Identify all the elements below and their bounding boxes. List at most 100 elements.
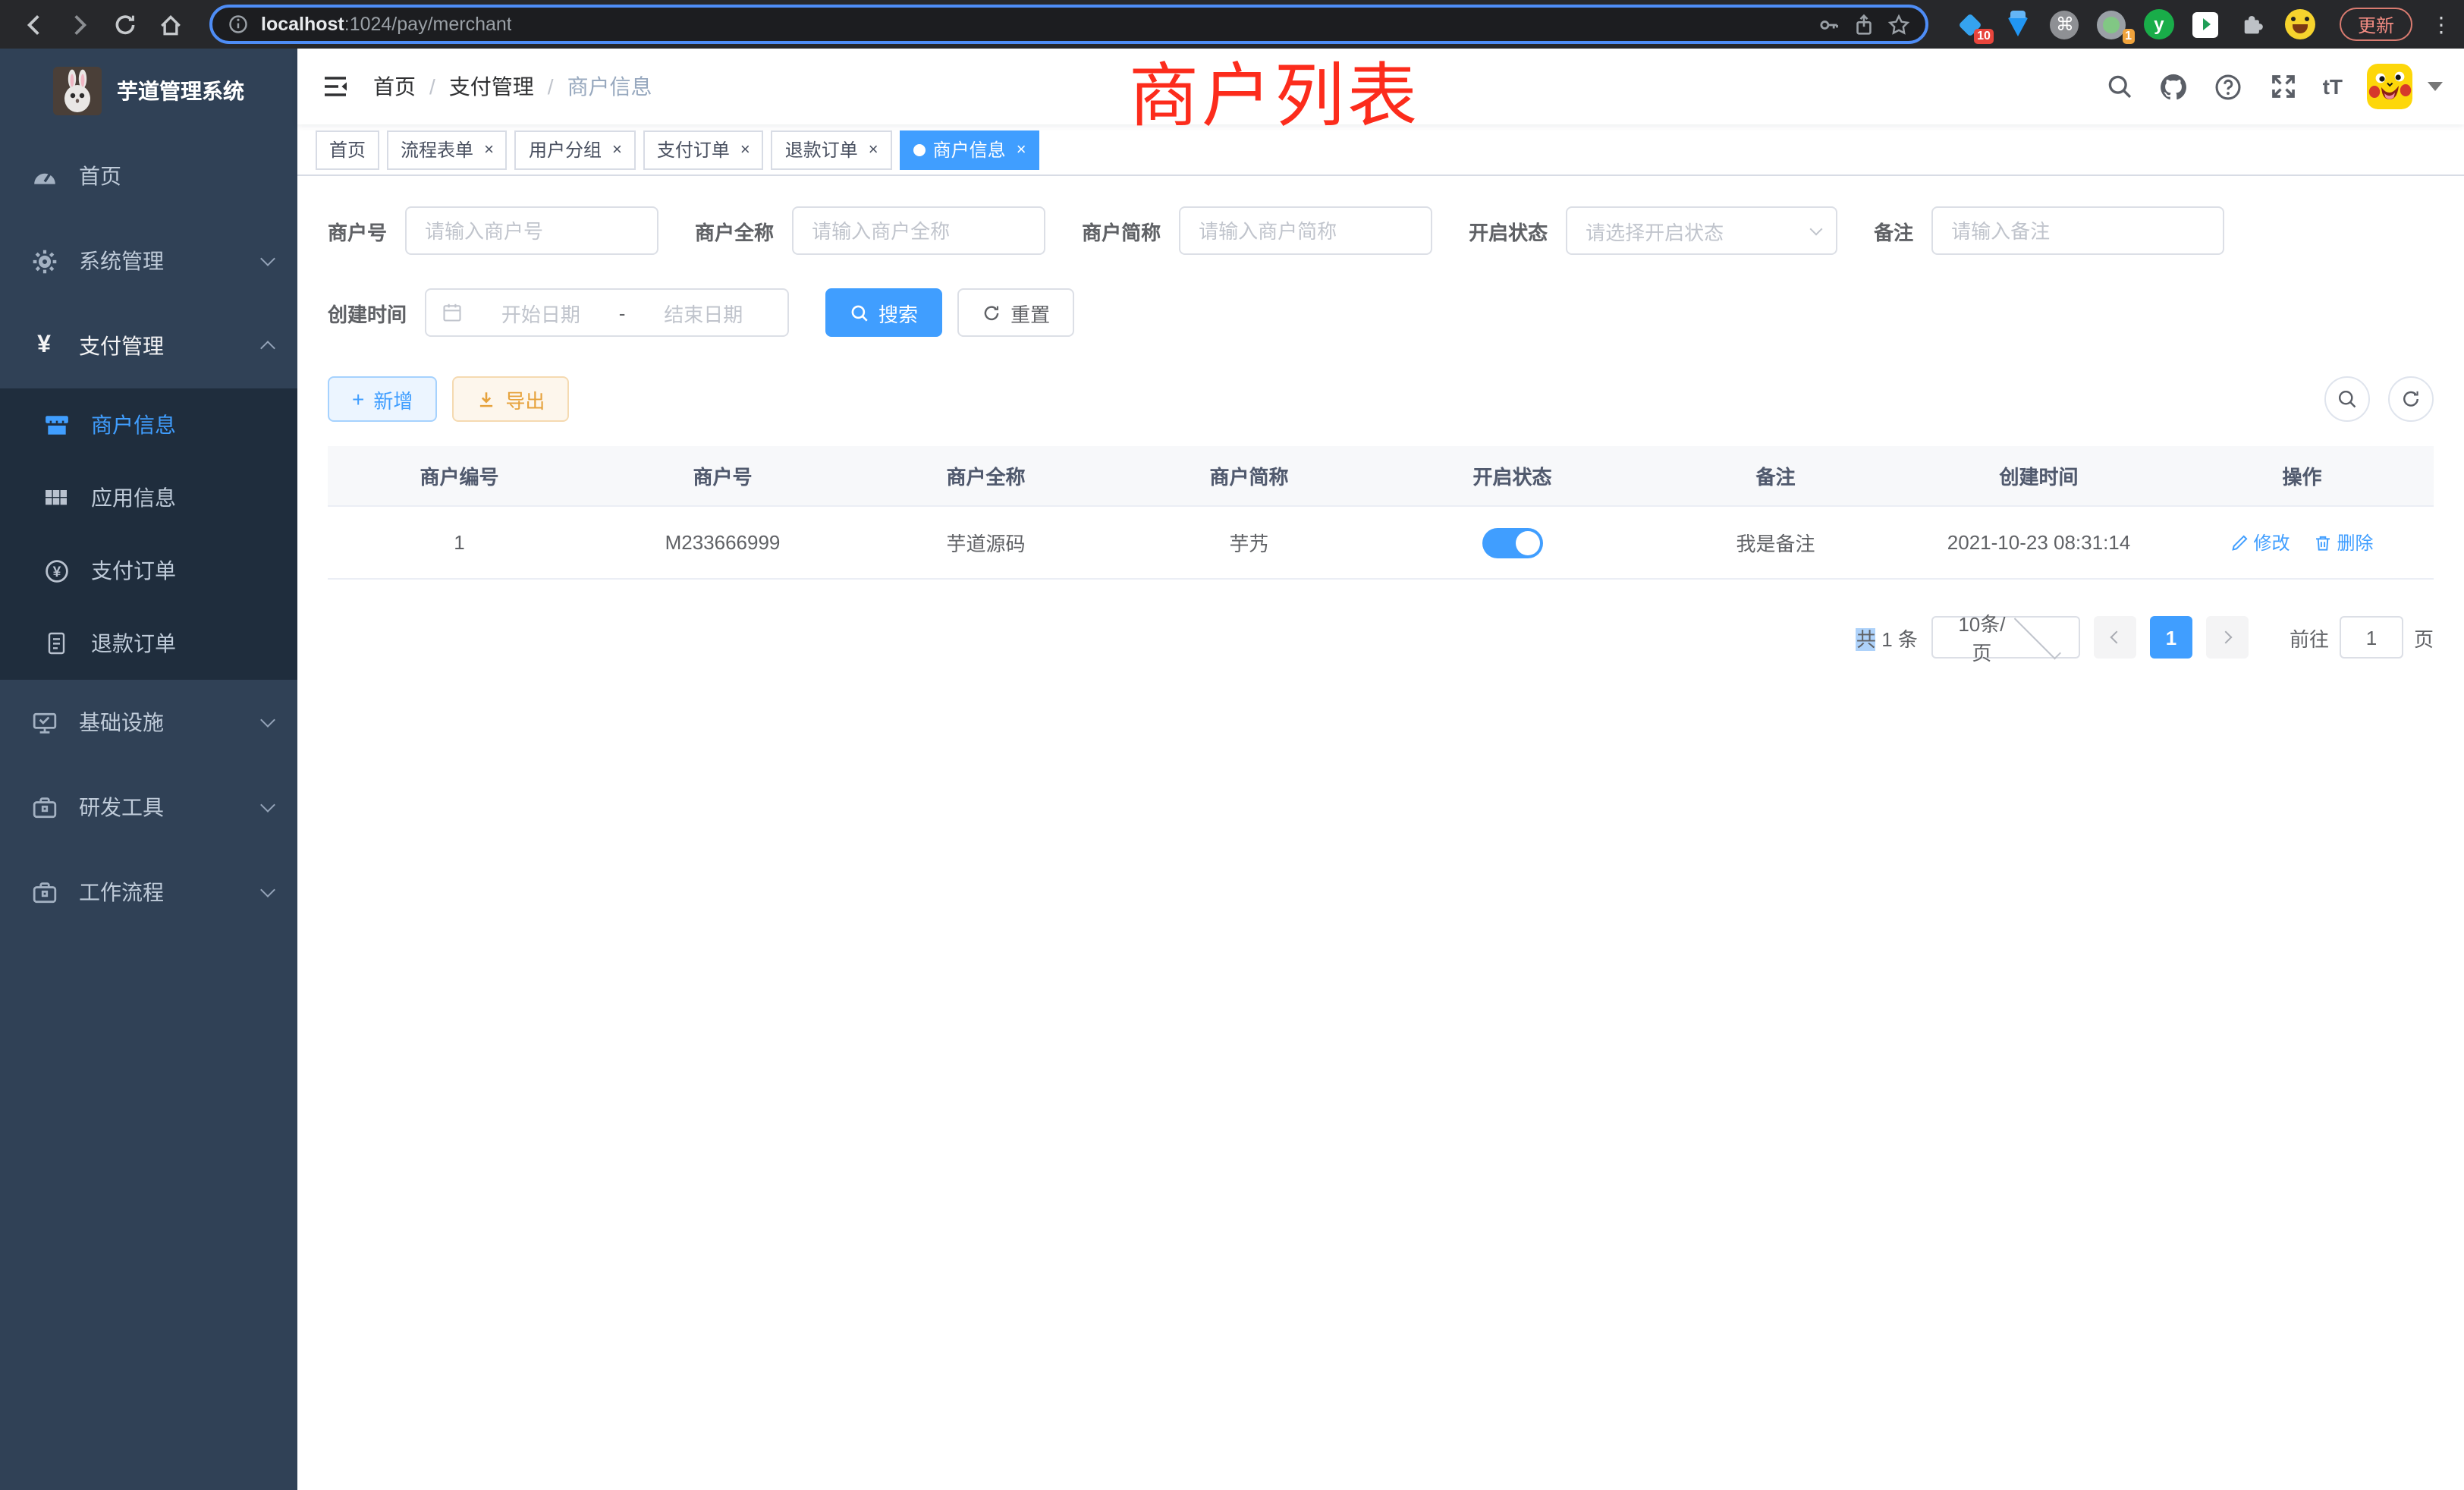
sidebar-collapse-icon[interactable]: [319, 70, 352, 103]
remark-label: 备注: [1874, 216, 1913, 245]
chrome-update-button[interactable]: 更新: [2340, 8, 2412, 41]
page-info-icon[interactable]: [228, 14, 249, 35]
refresh-table-button[interactable]: [2388, 376, 2434, 422]
url-text: localhost:1024/pay/merchant: [261, 14, 512, 35]
date-start-placeholder: 开始日期: [472, 298, 610, 327]
export-button[interactable]: 导出: [452, 376, 569, 422]
sidebar-item-app-info[interactable]: 应用信息: [0, 461, 297, 534]
date-end-placeholder: 结束日期: [634, 298, 772, 327]
page-size-select[interactable]: 10条/页: [1931, 616, 2080, 659]
sidebar-item-payment[interactable]: ¥ 支付管理: [0, 303, 297, 388]
goto-label: 前往: [2290, 623, 2329, 652]
add-button-label: 新增: [373, 385, 413, 413]
tab-process-form[interactable]: 流程表单 ×: [387, 130, 508, 169]
ext-tabgroup-icon[interactable]: 10: [1956, 9, 1986, 39]
merchant-no-input[interactable]: [405, 206, 658, 255]
ext-doc-icon[interactable]: [2191, 9, 2221, 39]
col-header: 备注: [1644, 461, 1907, 490]
search-icon: [2337, 388, 2358, 410]
hide-search-button[interactable]: [2324, 376, 2370, 422]
page-1-button[interactable]: 1: [2150, 616, 2192, 659]
tab-label: 流程表单: [401, 137, 473, 162]
fullscreen-icon[interactable]: [2268, 71, 2299, 102]
password-key-icon[interactable]: [1818, 13, 1840, 36]
search-button[interactable]: 搜索: [825, 288, 942, 337]
sidebar-item-infra[interactable]: 基础设施: [0, 680, 297, 765]
calendar-icon: [442, 302, 463, 323]
ext-recorder-icon[interactable]: 1: [2097, 9, 2127, 39]
ext-badge: 10: [1974, 29, 1994, 44]
extensions-puzzle-icon[interactable]: [2238, 9, 2268, 39]
url-bar[interactable]: localhost:1024/pay/merchant: [209, 5, 1928, 44]
sidebar-item-pay-order[interactable]: ¥ 支付订单: [0, 534, 297, 607]
add-button[interactable]: + 新增: [328, 376, 437, 422]
tab-refund-order[interactable]: 退款订单 ×: [772, 130, 892, 169]
home-icon[interactable]: [152, 6, 188, 42]
cell-create-time: 2021-10-23 08:31:14: [1907, 531, 2170, 554]
close-icon[interactable]: ×: [869, 140, 878, 159]
avatar[interactable]: [2367, 64, 2412, 109]
toolbox-icon: [30, 794, 58, 820]
status-select-placeholder: 请选择开启状态: [1586, 216, 1812, 245]
ext-command-icon[interactable]: ⌘: [2050, 9, 2080, 39]
font-size-icon[interactable]: tT: [2323, 74, 2343, 99]
gear-icon: [30, 248, 58, 274]
avatar-caret-icon[interactable]: [2428, 82, 2443, 91]
create-time-range-picker[interactable]: 开始日期 - 结束日期: [425, 288, 789, 337]
chevron-down-icon: [260, 882, 275, 897]
tab-label: 支付订单: [657, 137, 730, 162]
ext-smiley-icon[interactable]: [2285, 9, 2315, 39]
prev-page-button[interactable]: [2094, 616, 2136, 659]
goto-page-input[interactable]: [2340, 616, 2403, 659]
breadcrumb-payment[interactable]: 支付管理: [449, 71, 534, 102]
help-icon[interactable]: [2214, 71, 2244, 102]
close-icon[interactable]: ×: [612, 140, 622, 159]
search-form-row-1: 商户号 商户全称 商户简称 开启状态 请选择开启状态: [328, 206, 2434, 255]
sidebar-item-system[interactable]: 系统管理: [0, 218, 297, 303]
chevron-down-icon: [260, 797, 275, 813]
tab-merchant-info[interactable]: 商户信息 ×: [900, 130, 1040, 169]
chevron-down-icon: [1810, 223, 1823, 236]
reset-button[interactable]: 重置: [957, 288, 1074, 337]
header-search-icon[interactable]: [2104, 71, 2135, 102]
remark-input[interactable]: [1931, 206, 2224, 255]
chrome-menu-icon[interactable]: ⋮: [2431, 11, 2449, 37]
tab-user-group[interactable]: 用户分组 ×: [515, 130, 636, 169]
short-name-input[interactable]: [1179, 206, 1432, 255]
sidebar-item-home[interactable]: 首页: [0, 134, 297, 218]
sidebar-item-merchant-info[interactable]: 商户信息: [0, 388, 297, 461]
close-icon[interactable]: ×: [1017, 140, 1026, 159]
close-icon[interactable]: ×: [740, 140, 750, 159]
date-separator: -: [619, 301, 626, 324]
tab-home[interactable]: 首页: [316, 130, 379, 169]
total-count: 1: [1881, 627, 1892, 650]
sidebar-logo[interactable]: 芋道管理系统: [0, 49, 297, 134]
ext-y-icon[interactable]: y: [2144, 9, 2174, 39]
sidebar-item-refund-order[interactable]: 退款订单: [0, 607, 297, 680]
delete-link[interactable]: 删除: [2315, 530, 2374, 555]
github-icon[interactable]: [2159, 71, 2189, 102]
status-toggle[interactable]: [1482, 527, 1543, 558]
back-icon[interactable]: [15, 6, 52, 42]
tab-label: 首页: [329, 137, 366, 162]
reload-icon[interactable]: [106, 6, 143, 42]
col-header: 商户全称: [854, 461, 1117, 490]
col-header: 创建时间: [1907, 461, 2170, 490]
cell-id: 1: [328, 531, 591, 554]
status-select[interactable]: 请选择开启状态: [1566, 206, 1837, 255]
next-page-button[interactable]: [2206, 616, 2249, 659]
tab-pay-order[interactable]: 支付订单 ×: [643, 130, 764, 169]
pagination: 共 1 条 10条/页 1 前往 页: [328, 616, 2434, 659]
tab-label: 商户信息: [933, 137, 1006, 162]
search-icon: [850, 303, 869, 322]
full-name-input[interactable]: [792, 206, 1045, 255]
edit-link[interactable]: 修改: [2230, 530, 2290, 555]
bookmark-star-icon[interactable]: [1887, 13, 1910, 36]
sidebar-item-workflow[interactable]: 工作流程: [0, 850, 297, 935]
breadcrumb-home[interactable]: 首页: [373, 71, 416, 102]
forward-icon[interactable]: [61, 6, 97, 42]
share-icon[interactable]: [1853, 13, 1875, 36]
sidebar-item-devtools[interactable]: 研发工具: [0, 765, 297, 850]
close-icon[interactable]: ×: [484, 140, 494, 159]
ext-gem-icon[interactable]: [2003, 9, 2033, 39]
